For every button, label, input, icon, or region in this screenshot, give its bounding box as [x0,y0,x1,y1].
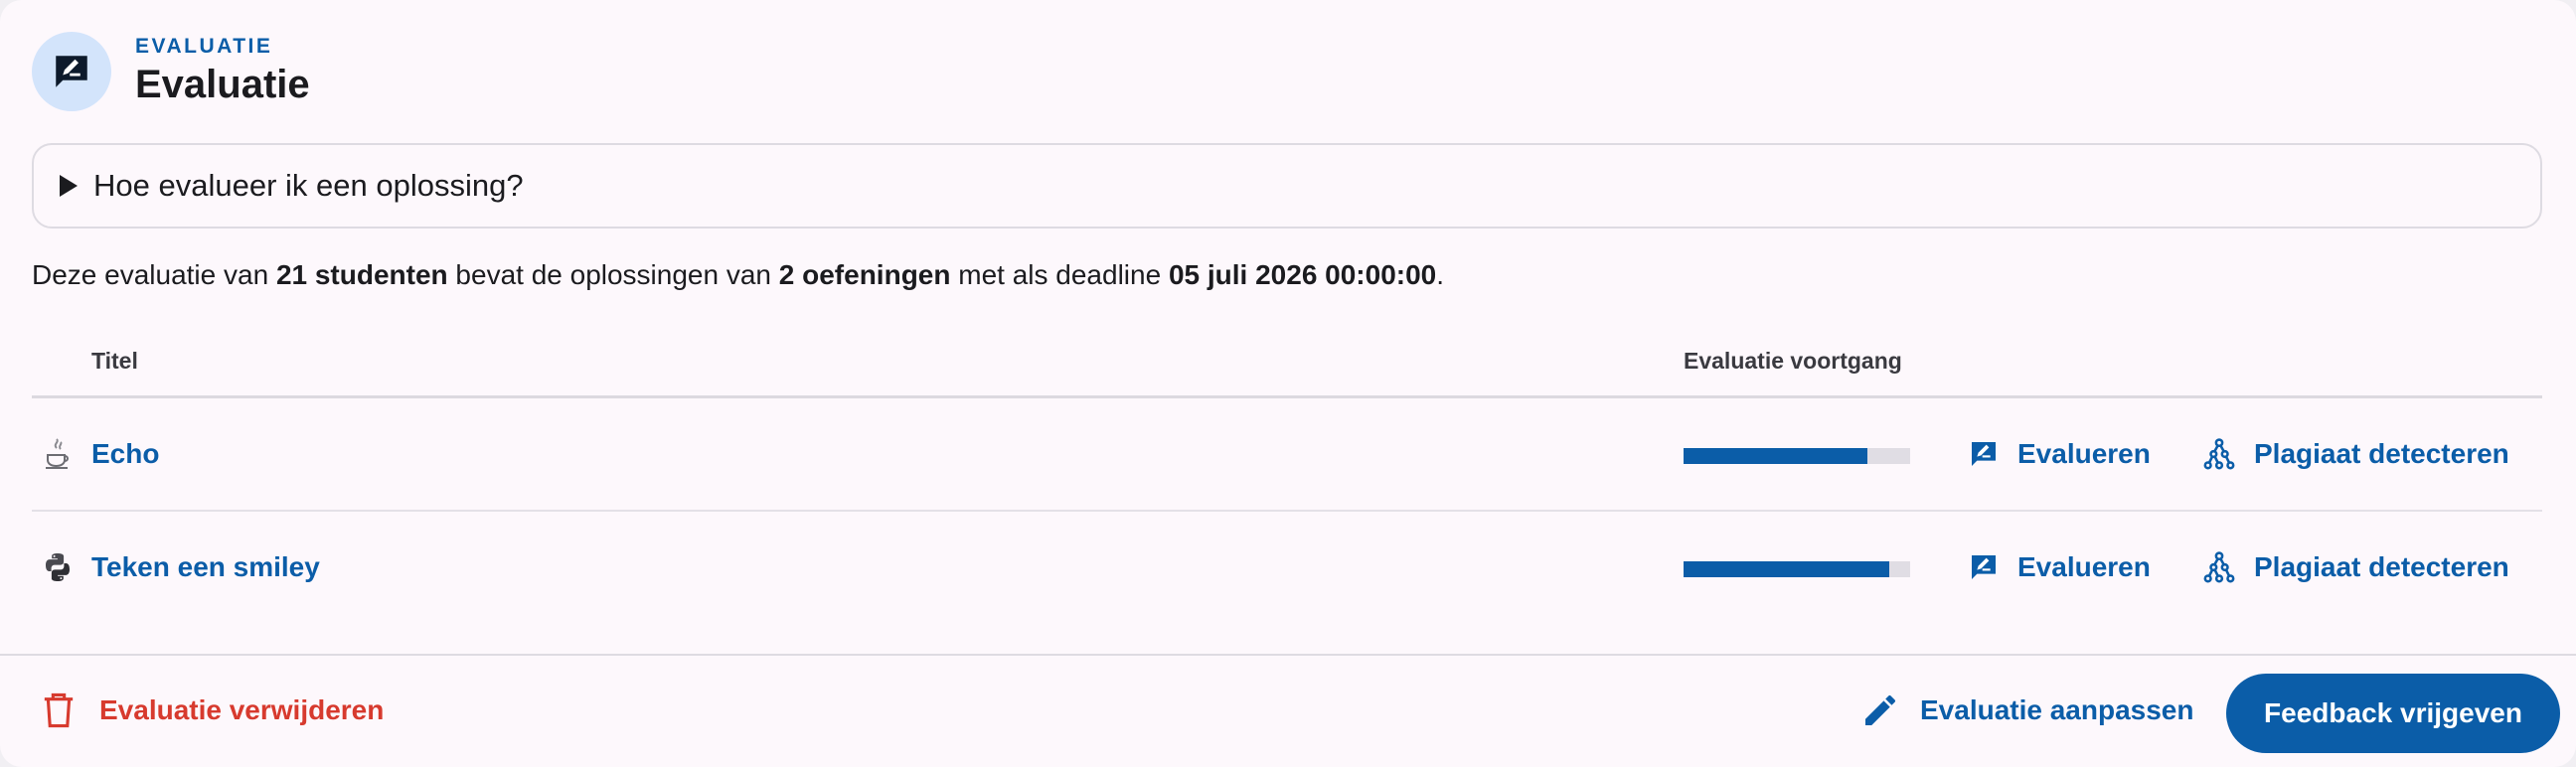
progress-fill [1684,448,1867,464]
summary-text: . [1436,259,1445,290]
card-header: EVALUATIE Evaluatie [32,32,310,111]
release-feedback-button[interactable]: Feedback vrijgeven [2226,674,2560,753]
exercises-table: Titel Evaluatie voortgang Echo Evalueren… [32,336,2542,623]
evaluate-label: Evalueren [2017,551,2151,582]
delete-evaluation-button[interactable]: Evaluatie verwijderen [42,686,384,735]
trash-icon [44,692,74,728]
summary-exercises: 2 oefeningen [778,259,951,290]
card-footer: Evaluatie verwijderen Evaluatie aanpasse… [0,654,2576,767]
evaluate-label: Evalueren [2017,438,2151,469]
table-header: Titel Evaluatie voortgang [32,336,2542,398]
plagiarism-detect-button[interactable]: Plagiaat detecteren [2202,545,2509,589]
card-title: Evaluatie [135,63,310,106]
summary-text: met als deadline [950,259,1169,290]
expand-triangle-icon [60,175,78,197]
column-header-title: Titel [91,348,138,374]
help-expander[interactable]: Hoe evalueer ik een oplossing? [32,143,2542,229]
evaluate-button[interactable]: Evalueren [1968,545,2151,589]
exercise-link[interactable]: Echo [91,436,159,472]
column-header-progress: Evaluatie voortgang [1684,348,1902,374]
evaluate-button[interactable]: Evalueren [1968,432,2151,476]
evaluation-card: EVALUATIE Evaluatie Hoe evalueer ik een … [0,0,2576,767]
table-row: Echo Evalueren Plagiaat detecteren [32,398,2542,512]
java-icon [40,436,76,472]
rate-review-icon [32,32,111,111]
table-row: Teken een smiley Evalueren Plagiaat dete… [32,512,2542,623]
evaluation-progress-bar [1684,561,1910,577]
card-overline: EVALUATIE [135,35,273,58]
exercise-link[interactable]: Teken een smiley [91,549,320,585]
pencil-icon [1865,694,1896,725]
summary-deadline: 05 juli 2026 00:00:00 [1168,259,1437,290]
python-icon [40,549,76,585]
graph-icon [2203,551,2235,583]
evaluation-summary: Deze evaluatie van 21 studenten bevat de… [32,257,1444,293]
summary-students: 21 studenten [275,259,448,290]
help-expander-label: Hoe evalueer ik een oplossing? [93,168,524,203]
edit-evaluation-button[interactable]: Evaluatie aanpassen [1860,686,2193,735]
graph-icon [2203,438,2235,470]
plagiarism-detect-button[interactable]: Plagiaat detecteren [2202,432,2509,476]
plagiarism-label: Plagiaat detecteren [2254,551,2509,582]
evaluation-progress-bar [1684,448,1910,464]
edit-evaluation-label: Evaluatie aanpassen [1920,694,2194,725]
progress-fill [1684,561,1890,577]
rate-review-icon [1972,555,1996,579]
summary-text: bevat de oplossingen van [447,259,779,290]
plagiarism-label: Plagiaat detecteren [2254,438,2509,469]
summary-text: Deze evaluatie van [32,259,276,290]
rate-review-icon [1972,442,1996,466]
delete-evaluation-label: Evaluatie verwijderen [99,694,385,725]
